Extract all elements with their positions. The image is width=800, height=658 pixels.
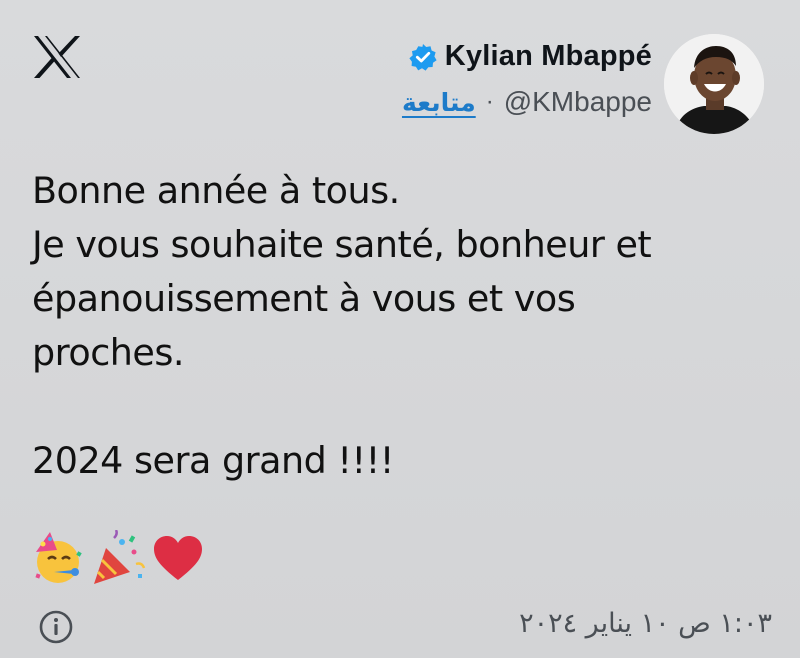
- x-logo-icon[interactable]: [32, 34, 82, 80]
- party-popper-emoji: [94, 530, 146, 584]
- tweet-text: Bonne année à tous. Je vous souhaite san…: [32, 164, 772, 488]
- tweet-line: Bonne année à tous.: [32, 169, 400, 212]
- red-heart-emoji: [154, 536, 202, 580]
- avatar[interactable]: [664, 34, 764, 134]
- avatar-image: [664, 34, 764, 134]
- tweet-timestamp[interactable]: ١:٠٣ ص ١٠ يناير ٢٠٢٤: [519, 608, 772, 639]
- author-row[interactable]: Kylian Mbappé: [409, 40, 652, 73]
- verified-badge-icon: [409, 43, 437, 71]
- tweet-line: 2024 sera grand !!!!: [32, 439, 394, 482]
- author-display-name[interactable]: Kylian Mbappé: [445, 40, 652, 73]
- follow-link[interactable]: متابعة: [402, 88, 476, 117]
- separator-dot: ·: [485, 88, 494, 115]
- tweet-line: épanouissement à vous et vos: [32, 277, 576, 320]
- tweet-card: Kylian Mbappé متابعة · @KMbappe Bonne an…: [0, 0, 800, 658]
- partying-face-emoji: [35, 532, 82, 583]
- handle-row: متابعة · @KMbappe: [402, 86, 652, 118]
- tweet-line: Je vous souhaite santé, bonheur et: [32, 223, 652, 266]
- emoji-row: [30, 530, 206, 586]
- info-icon[interactable]: [38, 609, 74, 645]
- author-handle[interactable]: @KMbappe: [504, 86, 652, 118]
- tweet-line: proches.: [32, 331, 184, 374]
